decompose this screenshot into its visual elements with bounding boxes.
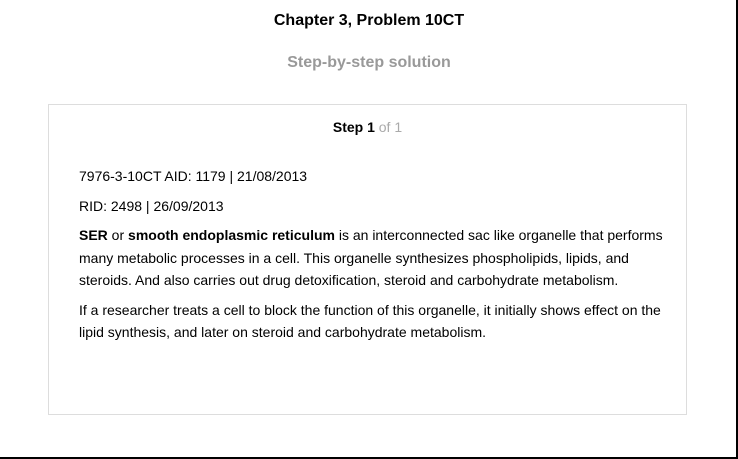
step-card: Step 1 of 1 7976-3-10CT AID: 1179 | 21/0…: [48, 104, 687, 415]
chapter-title: Chapter 3, Problem 10CT: [273, 12, 465, 29]
term-ser: SER: [79, 227, 108, 243]
answer-paragraph-2: If a researcher treats a cell to block t…: [79, 301, 661, 341]
step-count: of 1: [378, 119, 403, 135]
step-header: Step 1 of 1: [49, 119, 686, 135]
solution-subtitle: Step-by-step solution: [287, 54, 451, 71]
term-smooth-er: smooth endoplasmic reticulum: [128, 227, 335, 243]
answer-paragraph-1: SER or smooth endoplasmic reticulum is a…: [79, 224, 669, 292]
step-label: Step 1: [332, 119, 375, 135]
term-connector: or: [107, 227, 129, 243]
meta-line-rid: RID: 2498 | 26/09/2013: [79, 197, 224, 214]
meta-line-aid: 7976-3-10CT AID: 1179 | 21/08/2013: [79, 168, 308, 184]
step-content: 7976-3-10CT AID: 1179 | 21/08/2013 RID: …: [79, 165, 669, 351]
